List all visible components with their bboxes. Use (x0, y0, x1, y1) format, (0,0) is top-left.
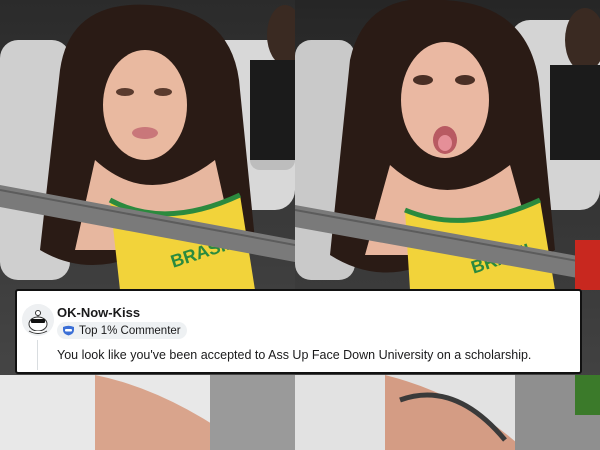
badge-label: Top 1% Commenter (79, 324, 181, 337)
comment-body: You look like you've been accepted to As… (57, 348, 532, 362)
thread-line[interactable] (37, 340, 38, 370)
top-commenter-badge: Top 1% Commenter (57, 322, 187, 339)
left-photo: BRASIL (0, 0, 295, 450)
left-photo-illustration: BRASIL (0, 0, 295, 450)
comment-card: OK-Now-Kiss Top 1% Commenter You look li… (15, 289, 582, 374)
shield-icon (63, 325, 74, 336)
snoo-avatar-icon[interactable] (22, 304, 54, 336)
right-photo: BRASIL (295, 0, 600, 450)
comment-username[interactable]: OK-Now-Kiss (57, 305, 140, 320)
meme-image: BRASIL OK-Now-Kiss Top 1% Commenter You … (0, 0, 600, 450)
right-photo-illustration: BRASIL (295, 0, 600, 450)
